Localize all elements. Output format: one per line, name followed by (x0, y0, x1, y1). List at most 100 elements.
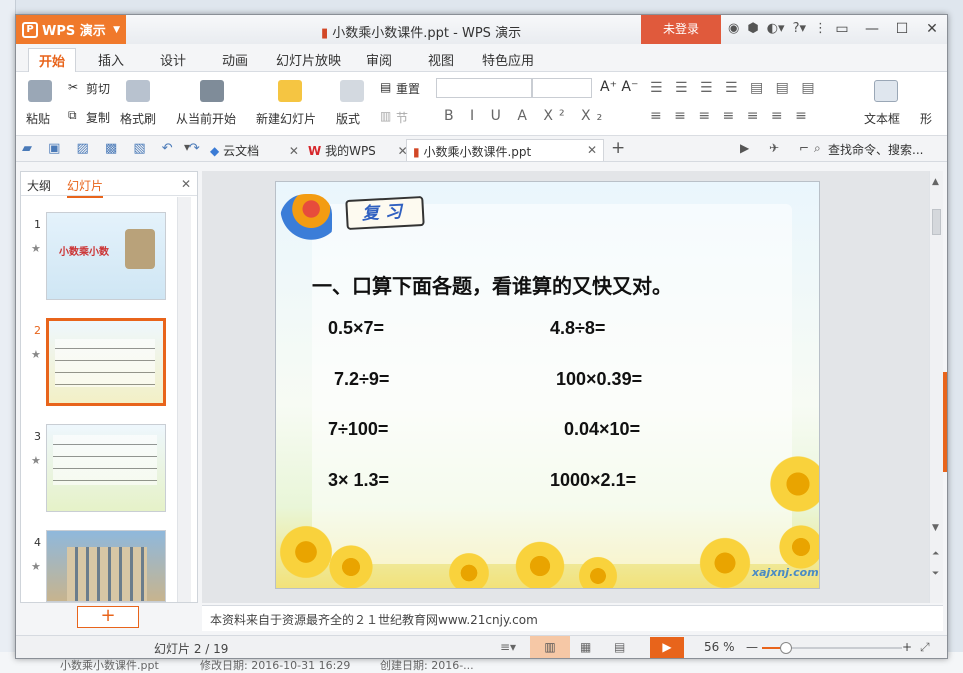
format-painter-icon[interactable] (126, 80, 150, 102)
doc-tab-cloud-label: 云文档 (223, 144, 260, 158)
layout-button[interactable]: 版式 (336, 110, 360, 127)
new-slide-icon[interactable] (278, 80, 302, 102)
transition-star-icon: ★ (31, 242, 41, 255)
minimize-button[interactable]: — (857, 15, 887, 44)
wps-app-button[interactable]: P WPS 演示 ▼ (16, 15, 126, 44)
scroll-thumb[interactable] (932, 209, 941, 235)
slides-pane-scrollbar[interactable] (177, 197, 191, 602)
ppt-file-icon: ▮ (321, 26, 329, 41)
flower-decoration (696, 534, 754, 588)
problem-6: 0.04×10= (564, 419, 641, 439)
thumb4-building (67, 547, 147, 601)
tab-features[interactable]: 特色应用 (482, 50, 534, 69)
font-size-combo[interactable] (532, 78, 592, 98)
command-search[interactable]: 查找命令、搜索... (828, 141, 923, 158)
format-painter-button[interactable]: 格式刷 (120, 110, 156, 127)
sorter-view-icon[interactable]: ▦ (580, 640, 591, 654)
doc-tab-current[interactable]: ▮ 小数乘小数课件.ppt ✕ (406, 139, 604, 161)
close-button[interactable]: ✕ (917, 15, 947, 44)
tab-design[interactable]: 设计 (160, 50, 186, 69)
zoom-slider[interactable] (762, 642, 902, 654)
section-button[interactable]: 节 (396, 109, 408, 126)
notes-menu-icon[interactable]: ≡▾ (500, 640, 516, 654)
normal-view-button[interactable]: ▥ (530, 636, 570, 658)
cut-icon[interactable]: ✂ (68, 80, 78, 94)
thumb3-text-lines (53, 435, 157, 485)
slide-thumbnail-3[interactable] (46, 424, 166, 512)
align-icons[interactable]: ≡ ≡ ≡ ≡ ≡ ≡ ≡ (650, 108, 811, 124)
notes-pane[interactable]: 本资料来自于资源最齐全的２１世纪教育网www.21cnjy.com (202, 605, 943, 631)
new-slide-button[interactable]: 新建幻灯片 (256, 110, 316, 127)
copy-button[interactable]: 复制 (86, 109, 110, 126)
cut-button[interactable]: 剪切 (86, 80, 110, 97)
zoom-in-button[interactable]: + (902, 640, 912, 654)
chevron-down-icon[interactable]: ▾ (184, 140, 190, 154)
desktop-left-strip (0, 0, 16, 673)
copy-icon[interactable]: ⧉ (68, 108, 77, 123)
slide-indicator: 幻灯片 2 / 19 (154, 642, 229, 656)
slide-2[interactable]: 复习 一、口算下面各题，看谁算的又快又对。 0.5×7= 4.8÷8= 7.2÷… (275, 181, 820, 589)
scroll-up-icon[interactable]: ▲ (932, 177, 939, 187)
reset-button[interactable]: 重置 (396, 80, 420, 97)
tab-animation[interactable]: 动画 (222, 50, 248, 69)
next-slide-icon[interactable]: ⏷ (932, 569, 939, 579)
fit-window-icon[interactable]: ⤢ (920, 640, 930, 655)
add-slide-button[interactable]: + (77, 606, 139, 628)
login-button[interactable]: 未登录 (641, 15, 721, 44)
skin-icon[interactable]: ◉ (728, 21, 739, 36)
grow-font-icon[interactable]: A⁺ A⁻ (600, 79, 638, 95)
tab-slides[interactable]: 幻灯片 (67, 177, 104, 198)
textbox-icon[interactable] (874, 80, 898, 102)
maximize-button[interactable]: ☐ (887, 15, 917, 44)
side-panel-toggle[interactable] (943, 372, 947, 472)
close-icon[interactable]: ✕ (289, 144, 299, 158)
shape-button[interactable]: 形 (920, 110, 932, 127)
font-style-icons[interactable]: B I U A X² X₂ (444, 108, 608, 124)
zoom-slider-knob[interactable] (779, 642, 792, 654)
font-name-combo[interactable] (436, 78, 532, 98)
play-slideshow-button[interactable]: ▶ (650, 637, 684, 658)
tab-insert[interactable]: 插入 (98, 50, 124, 69)
section-icon[interactable]: ▥ (380, 109, 391, 123)
restore-toolbar-button[interactable]: ▭ (827, 15, 857, 44)
more-icon[interactable]: ⋮ (814, 21, 827, 36)
tab-review[interactable]: 审阅 (366, 50, 392, 69)
slide-thumbnail-4[interactable] (46, 530, 166, 602)
quick-access-icons[interactable]: ▰ ▣ ▨ ▩ ▧ ↶ ↷ (22, 141, 206, 156)
slide-thumbnail-2[interactable] (46, 318, 166, 406)
doc-tab-cloud[interactable]: ◆ 云文档 ✕ (204, 139, 305, 161)
tab-outline[interactable]: 大纲 (27, 177, 51, 194)
slide-thumbnail-1[interactable]: 小数乘小数 (46, 212, 166, 300)
thumb-number: 2 (34, 324, 41, 337)
from-current-button[interactable]: 从当前开始 (176, 110, 236, 127)
help-icon[interactable]: ?▾ (793, 21, 806, 36)
doc-tab-mywps[interactable]: W 我的WPS ✕ (302, 139, 414, 161)
play-from-current-icon[interactable] (200, 80, 224, 102)
slides-pane: 大纲 幻灯片 ✕ 1 ★ 小数乘小数 2 ★ 3 ★ 4 ★ (20, 171, 198, 603)
tab-slideshow[interactable]: 幻灯片放映 (276, 50, 341, 69)
doc-tab-current-label: 小数乘小数课件.ppt (423, 145, 532, 159)
view-tools-icons[interactable]: ▶ ✈ ⌐ (740, 141, 817, 155)
settings-icon[interactable]: ⬢ (747, 21, 758, 36)
layout-icon[interactable] (340, 80, 364, 102)
paragraph-icons[interactable]: ☰ ☰ ☰ ☰ ▤ ▤ ▤ (650, 80, 819, 96)
reading-view-icon[interactable]: ▤ (614, 640, 625, 654)
slide-watermark: xajxnj.com (752, 566, 819, 579)
search-icon[interactable]: ⌕ (814, 141, 821, 156)
new-tab-button[interactable]: + (611, 138, 625, 158)
feedback-icon[interactable]: ◐▾ (767, 21, 785, 36)
thumb-number: 4 (34, 536, 41, 549)
scroll-down-icon[interactable]: ▼ (932, 523, 939, 533)
close-icon[interactable]: ✕ (181, 177, 191, 191)
app-button-label: WPS 演示 (42, 24, 106, 39)
prev-slide-icon[interactable]: ⏶ (932, 549, 939, 559)
close-icon[interactable]: ✕ (587, 143, 597, 157)
thumb1-illustration (125, 229, 155, 269)
zoom-out-button[interactable]: — (746, 640, 758, 654)
paste-icon[interactable] (28, 80, 52, 102)
textbox-button[interactable]: 文本框 (864, 110, 900, 127)
reset-icon[interactable]: ▤ (380, 80, 391, 94)
paste-button[interactable]: 粘贴 (26, 110, 50, 127)
canvas-scrollbar[interactable]: ▲ ▼ ⏶ ⏷ (929, 171, 943, 603)
tab-view[interactable]: 视图 (428, 50, 454, 69)
